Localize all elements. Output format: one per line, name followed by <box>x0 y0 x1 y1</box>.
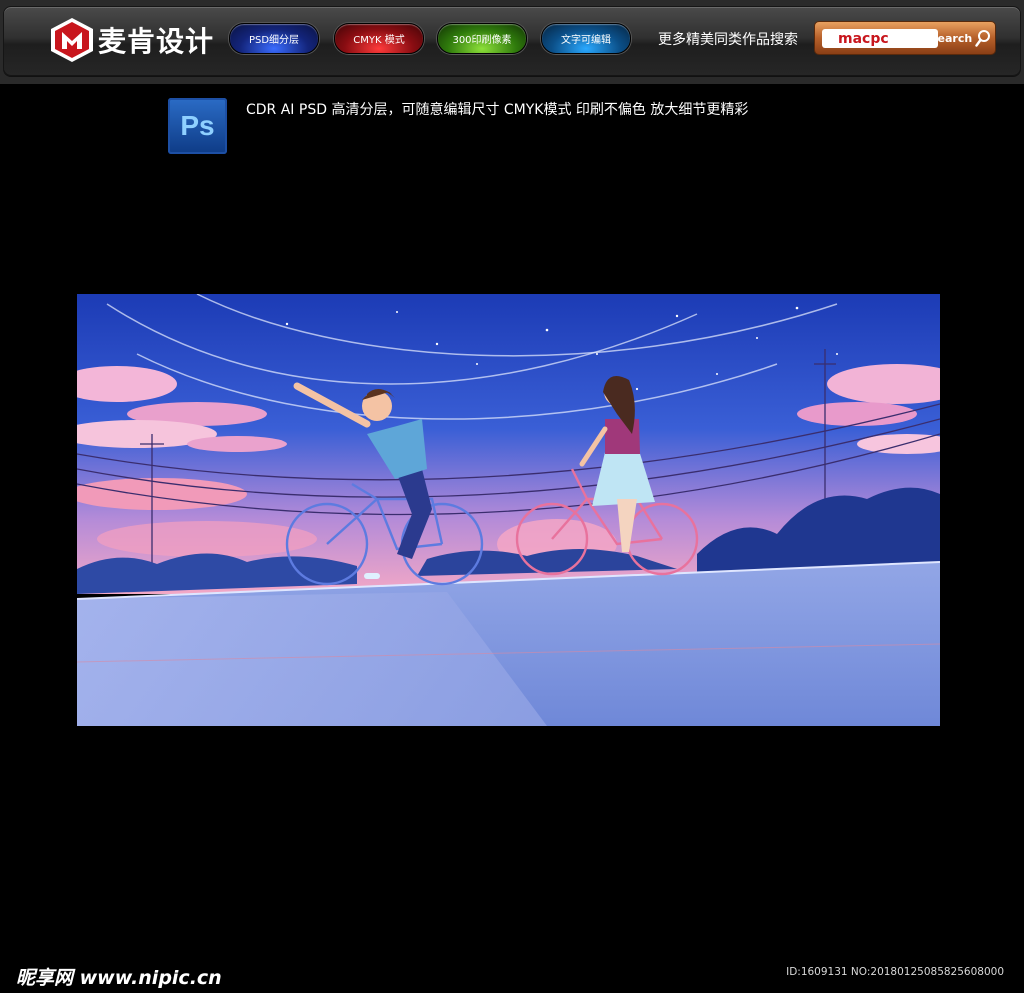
image-id-line: ID:1609131 NO:20180125085825608000 <box>786 966 1004 978</box>
format-features-text: CDR AI PSD 高清分层，可随意编辑尺寸 CMYK模式 印刷不偏色 放大细… <box>246 102 749 118</box>
dpi-300-badge[interactable]: 300印刷像素 <box>437 23 527 54</box>
editable-text-badge[interactable]: 文字可编辑 <box>541 23 631 54</box>
cmyk-mode-badge[interactable]: CMYK 模式 <box>334 23 424 54</box>
top-banner: 麦肯设计 PSD细分层 CMYK 模式 300印刷像素 文字可编辑 更多精美同类… <box>0 0 1024 84</box>
site-logo[interactable]: 麦肯设计 <box>50 17 214 63</box>
photoshop-icon: Ps <box>168 98 227 154</box>
artwork-couple-cycling <box>77 294 940 726</box>
logo-hexagon-icon <box>51 18 93 62</box>
nipic-watermark: 昵享网 www.nipic.cn <box>16 967 222 989</box>
cloud-left-low <box>97 521 317 557</box>
magnifier-icon <box>975 30 991 47</box>
search-button-label: search <box>931 31 973 45</box>
logo-text: 麦肯设计 <box>98 25 215 58</box>
psd-layers-badge[interactable]: PSD细分层 <box>229 23 319 54</box>
search-button[interactable]: search <box>931 28 991 48</box>
search-box: search <box>814 21 996 55</box>
more-works-label: 更多精美同类作品搜索 <box>658 32 798 48</box>
search-input[interactable] <box>822 29 938 48</box>
